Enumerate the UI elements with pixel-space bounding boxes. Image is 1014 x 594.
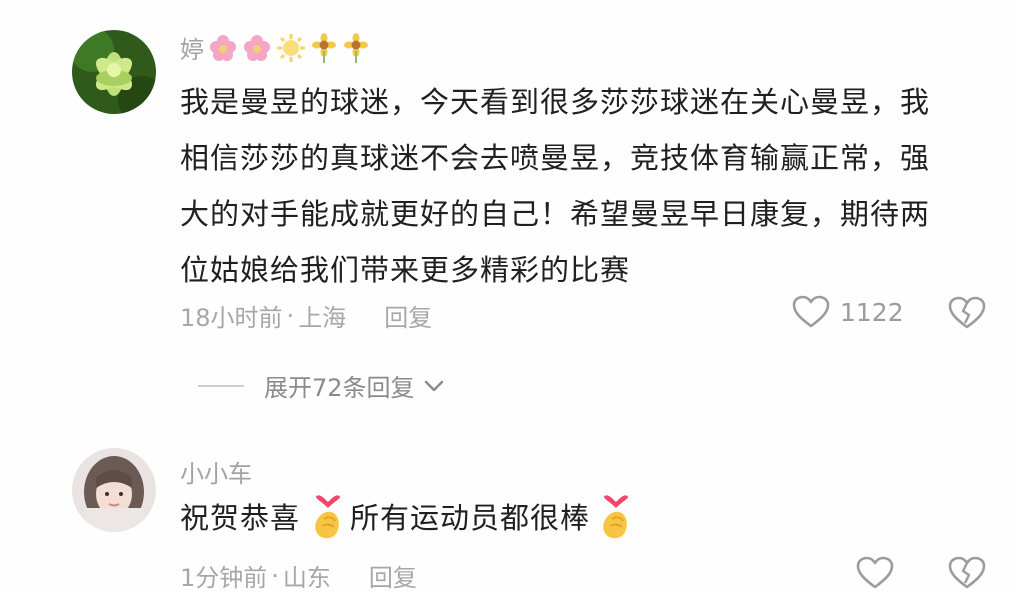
separator-dot: · <box>286 301 295 330</box>
separator-dot: · <box>271 561 279 590</box>
location: 上海 <box>298 304 347 332</box>
comment-line: 相信莎莎的真球迷不会去喷曼昱，竞技体育输赢正常，强 <box>180 141 931 175</box>
heart-icon <box>856 556 894 589</box>
broken-heart-icon <box>948 556 986 589</box>
reply-button[interactable]: 回复 <box>369 558 417 593</box>
sun-icon <box>277 33 305 62</box>
username-text: 小小车 <box>180 460 252 488</box>
timestamp: 18小时前 <box>180 304 283 332</box>
username-text: 婷 <box>180 36 204 64</box>
dislike-button[interactable] <box>948 296 986 334</box>
broken-heart-icon <box>948 296 986 329</box>
comment-text: 我是曼昱的球迷，今天看到很多莎莎球迷在关心曼昱，我 相信莎莎的真球迷不会去喷曼昱… <box>180 74 930 298</box>
heart-icon <box>792 295 830 328</box>
finger-heart-icon <box>603 495 629 539</box>
avatar[interactable] <box>72 448 156 532</box>
comment-line: 我是曼昱的球迷，今天看到很多莎莎球迷在关心曼昱，我 <box>180 85 931 119</box>
username[interactable]: 小小车 <box>180 454 252 489</box>
expand-replies-label: 展开72条回复 <box>264 374 415 402</box>
reply-button[interactable]: 回复 <box>384 298 432 333</box>
sunflower-icon <box>312 32 336 63</box>
like-button[interactable] <box>856 556 894 590</box>
comment-text-part: 所有运动员都很棒 <box>350 501 591 535</box>
location: 山东 <box>282 564 331 592</box>
timestamp: 1分钟前 <box>180 564 268 592</box>
divider-line <box>198 384 244 387</box>
username[interactable]: 婷 <box>180 30 370 65</box>
avatar[interactable] <box>72 30 156 114</box>
comment-meta: 1分钟前 · 山东 回复 <box>180 558 417 593</box>
dislike-button[interactable] <box>948 556 986 594</box>
flower-icon <box>244 34 270 61</box>
flower-icon <box>210 34 236 61</box>
comment-item: 婷 我是曼昱的球迷，今天看到很多莎莎球迷在关心曼昱，我 相信莎莎的真球迷不会去喷… <box>0 0 1014 420</box>
finger-heart-icon <box>315 495 341 539</box>
comment-line: 大的对手能成就更好的自己！希望曼昱早日康复，期待两 <box>180 197 931 231</box>
lotus-avatar-icon <box>72 30 156 114</box>
like-button[interactable]: 1122 <box>792 295 904 329</box>
chevron-down-icon <box>424 380 443 391</box>
sunflower-icon <box>344 32 368 63</box>
comment-item: 小小车 祝贺恭喜 所有运动员都很棒 1分钟前 · 山东 回复 <box>0 420 1014 592</box>
expand-replies-button[interactable]: 展开72条回复 <box>198 368 445 403</box>
comment-line: 位姑娘给我们带来更多精彩的比赛 <box>180 253 631 287</box>
comment-text-part: 祝贺恭喜 <box>180 501 301 535</box>
comment-text: 祝贺恭喜 所有运动员都很棒 <box>180 490 634 546</box>
like-count: 1122 <box>840 297 904 327</box>
user-photo-avatar-icon <box>72 448 156 532</box>
comment-meta: 18小时前 · 上海 回复 <box>180 298 432 333</box>
